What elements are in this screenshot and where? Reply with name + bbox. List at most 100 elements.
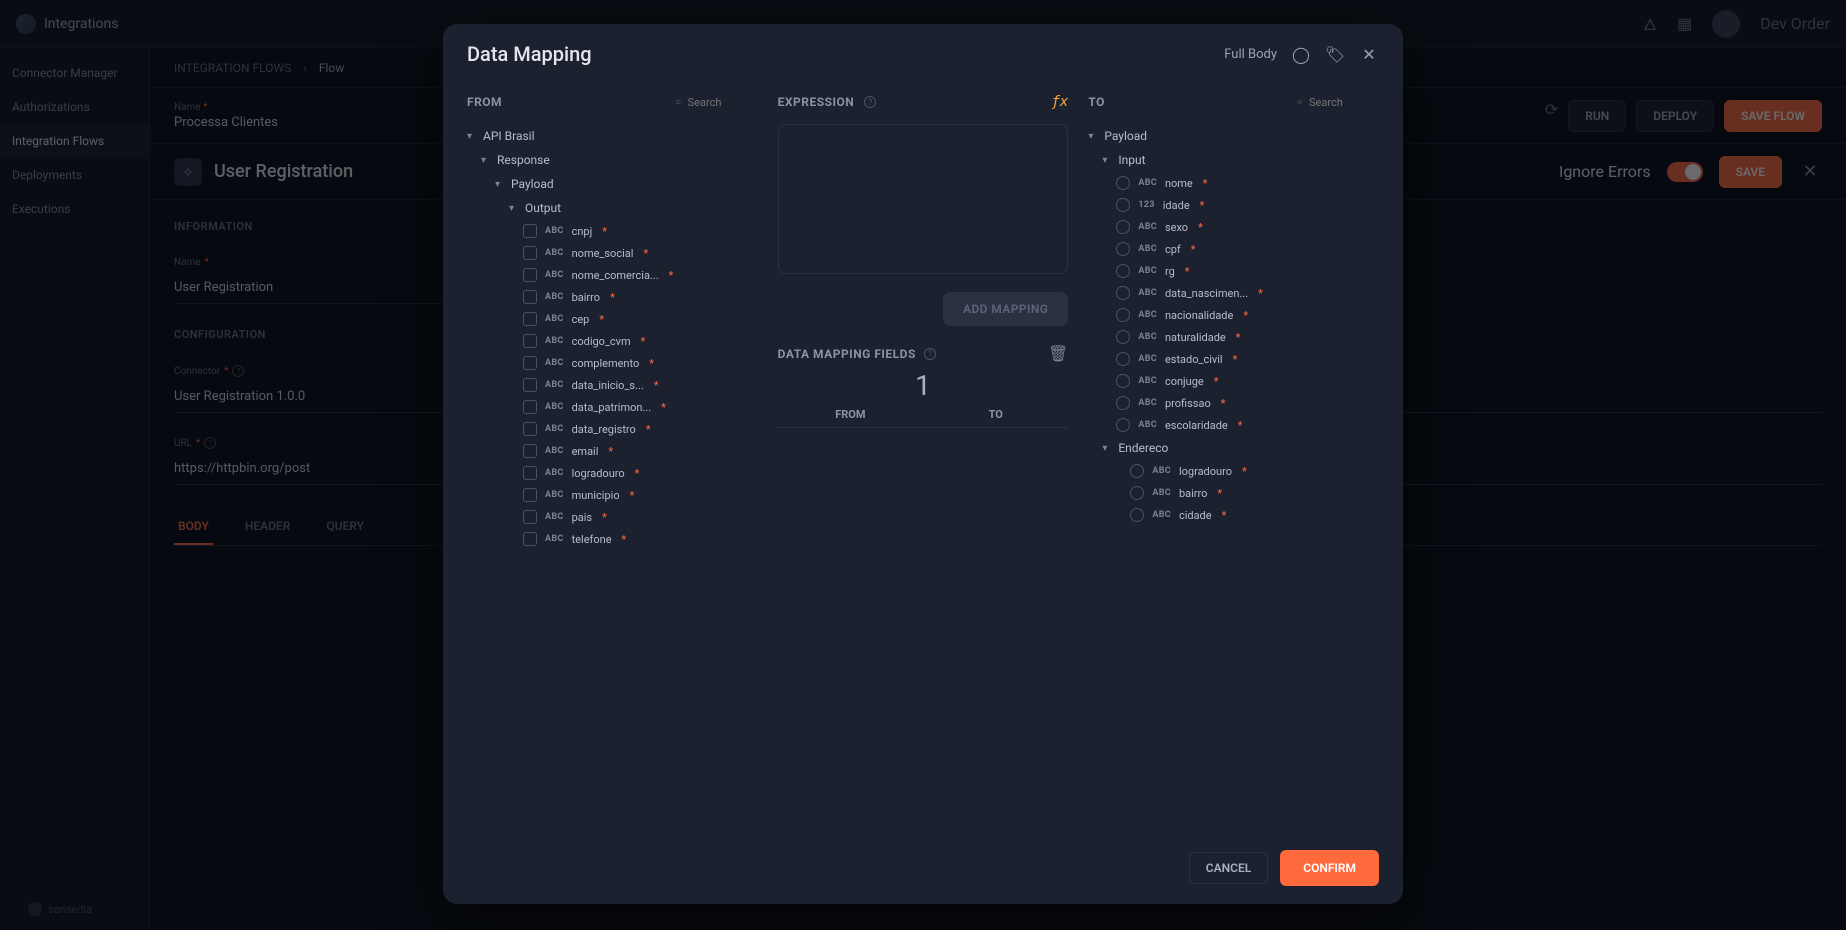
checkbox[interactable]: [523, 312, 537, 326]
type-tag: ABC: [545, 270, 564, 280]
cancel-button[interactable]: CANCEL: [1189, 852, 1268, 884]
checkbox[interactable]: [523, 532, 537, 546]
fx-icon[interactable]: ƒx: [1051, 94, 1068, 110]
toggle-off-icon[interactable]: ◯: [1291, 44, 1311, 64]
tree-node-input[interactable]: ▾Input: [1088, 148, 1379, 172]
add-mapping-button[interactable]: ADD MAPPING: [943, 292, 1068, 326]
from-tree: ▾API Brasil ▾Response ▾Payload ▾Output A…: [467, 120, 758, 832]
checkbox[interactable]: [523, 400, 537, 414]
required-icon: *: [1236, 331, 1241, 344]
modal-backdrop: Data Mapping Full Body ◯ 🏷 ✕ FROM ⌕: [0, 0, 1846, 930]
radio[interactable]: [1116, 418, 1130, 432]
from-field[interactable]: ABCdata_registro*: [467, 418, 758, 440]
checkbox[interactable]: [523, 268, 537, 282]
checkbox[interactable]: [523, 422, 537, 436]
radio[interactable]: [1116, 374, 1130, 388]
to-field[interactable]: ABCnome*: [1088, 172, 1379, 194]
radio[interactable]: [1130, 508, 1144, 522]
field-name: cep: [572, 313, 590, 326]
to-field[interactable]: ABClogradouro*: [1088, 460, 1379, 482]
to-field[interactable]: ABCnacionalidade*: [1088, 304, 1379, 326]
radio[interactable]: [1130, 464, 1144, 478]
tree-node-endereco[interactable]: ▾Endereco: [1088, 436, 1379, 460]
type-tag: ABC: [1138, 398, 1157, 408]
close-icon[interactable]: ✕: [1359, 44, 1379, 64]
to-field[interactable]: ABCcpf*: [1088, 238, 1379, 260]
search-icon: ⌕: [1297, 95, 1303, 109]
radio[interactable]: [1116, 352, 1130, 366]
to-field[interactable]: ABCbairro*: [1088, 482, 1379, 504]
modal-columns: FROM ⌕ ▾API Brasil ▾Response ▾Payload ▾O…: [443, 84, 1403, 832]
to-field[interactable]: ABCsexo*: [1088, 216, 1379, 238]
from-field[interactable]: ABCdata_patrimon...*: [467, 396, 758, 418]
from-field[interactable]: ABCtelefone*: [467, 528, 758, 550]
tree-node-payload-to[interactable]: ▾Payload: [1088, 124, 1379, 148]
checkbox[interactable]: [523, 466, 537, 480]
from-field[interactable]: ABCnome_comercia...*: [467, 264, 758, 286]
radio[interactable]: [1130, 486, 1144, 500]
checkbox[interactable]: [523, 334, 537, 348]
radio[interactable]: [1116, 198, 1130, 212]
expression-editor[interactable]: [778, 124, 1069, 274]
confirm-button[interactable]: CONFIRM: [1280, 850, 1379, 886]
checkbox[interactable]: [523, 378, 537, 392]
modal-header: Data Mapping Full Body ◯ 🏷 ✕: [443, 24, 1403, 84]
from-field[interactable]: ABCdata_inicio_s...*: [467, 374, 758, 396]
to-field[interactable]: ABCconjuge*: [1088, 370, 1379, 392]
tree-node-response[interactable]: ▾Response: [467, 148, 758, 172]
required-icon: *: [646, 423, 651, 436]
to-field[interactable]: ABCprofissao*: [1088, 392, 1379, 414]
required-icon: *: [599, 313, 604, 326]
radio[interactable]: [1116, 242, 1130, 256]
trash-icon[interactable]: 🗑: [1048, 344, 1068, 363]
checkbox[interactable]: [523, 510, 537, 524]
tree-node-output[interactable]: ▾Output: [467, 196, 758, 220]
tag-icon[interactable]: 🏷: [1325, 44, 1345, 64]
tree-node-api-brasil[interactable]: ▾API Brasil: [467, 124, 758, 148]
field-name: conjuge: [1165, 375, 1204, 388]
to-field[interactable]: 123idade*: [1088, 194, 1379, 216]
checkbox[interactable]: [523, 246, 537, 260]
radio[interactable]: [1116, 264, 1130, 278]
from-field[interactable]: ABClogradouro*: [467, 462, 758, 484]
radio[interactable]: [1116, 308, 1130, 322]
to-field[interactable]: ABCescolaridade*: [1088, 414, 1379, 436]
to-field[interactable]: ABCestado_civil*: [1088, 348, 1379, 370]
help-icon[interactable]: ?: [864, 96, 876, 108]
type-tag: ABC: [545, 226, 564, 236]
to-field[interactable]: ABCrg*: [1088, 260, 1379, 282]
from-field[interactable]: ABCpais*: [467, 506, 758, 528]
radio[interactable]: [1116, 176, 1130, 190]
from-search[interactable]: ⌕: [676, 95, 758, 109]
field-name: naturalidade: [1165, 331, 1226, 344]
radio[interactable]: [1116, 396, 1130, 410]
help-icon[interactable]: ?: [924, 348, 936, 360]
from-field[interactable]: ABCbairro*: [467, 286, 758, 308]
radio[interactable]: [1116, 286, 1130, 300]
to-field[interactable]: ABCdata_nascimen...*: [1088, 282, 1379, 304]
type-tag: ABC: [545, 358, 564, 368]
radio[interactable]: [1116, 220, 1130, 234]
from-field[interactable]: ABCcodigo_cvm*: [467, 330, 758, 352]
to-field[interactable]: ABCnaturalidade*: [1088, 326, 1379, 348]
type-tag: ABC: [545, 402, 564, 412]
to-field[interactable]: ABCcidade*: [1088, 504, 1379, 526]
checkbox[interactable]: [523, 224, 537, 238]
from-field[interactable]: ABCemail*: [467, 440, 758, 462]
type-tag: ABC: [545, 380, 564, 390]
to-search-input[interactable]: [1309, 96, 1379, 109]
checkbox[interactable]: [523, 444, 537, 458]
from-field[interactable]: ABCnome_social*: [467, 242, 758, 264]
checkbox[interactable]: [523, 290, 537, 304]
checkbox[interactable]: [523, 356, 537, 370]
tree-node-payload[interactable]: ▾Payload: [467, 172, 758, 196]
from-search-input[interactable]: [688, 96, 758, 109]
required-icon: *: [1217, 487, 1222, 500]
from-field[interactable]: ABCcep*: [467, 308, 758, 330]
from-field[interactable]: ABCmunicipio*: [467, 484, 758, 506]
from-field[interactable]: ABCcomplemento*: [467, 352, 758, 374]
radio[interactable]: [1116, 330, 1130, 344]
from-field[interactable]: ABCcnpj*: [467, 220, 758, 242]
to-search[interactable]: ⌕: [1297, 95, 1379, 109]
checkbox[interactable]: [523, 488, 537, 502]
